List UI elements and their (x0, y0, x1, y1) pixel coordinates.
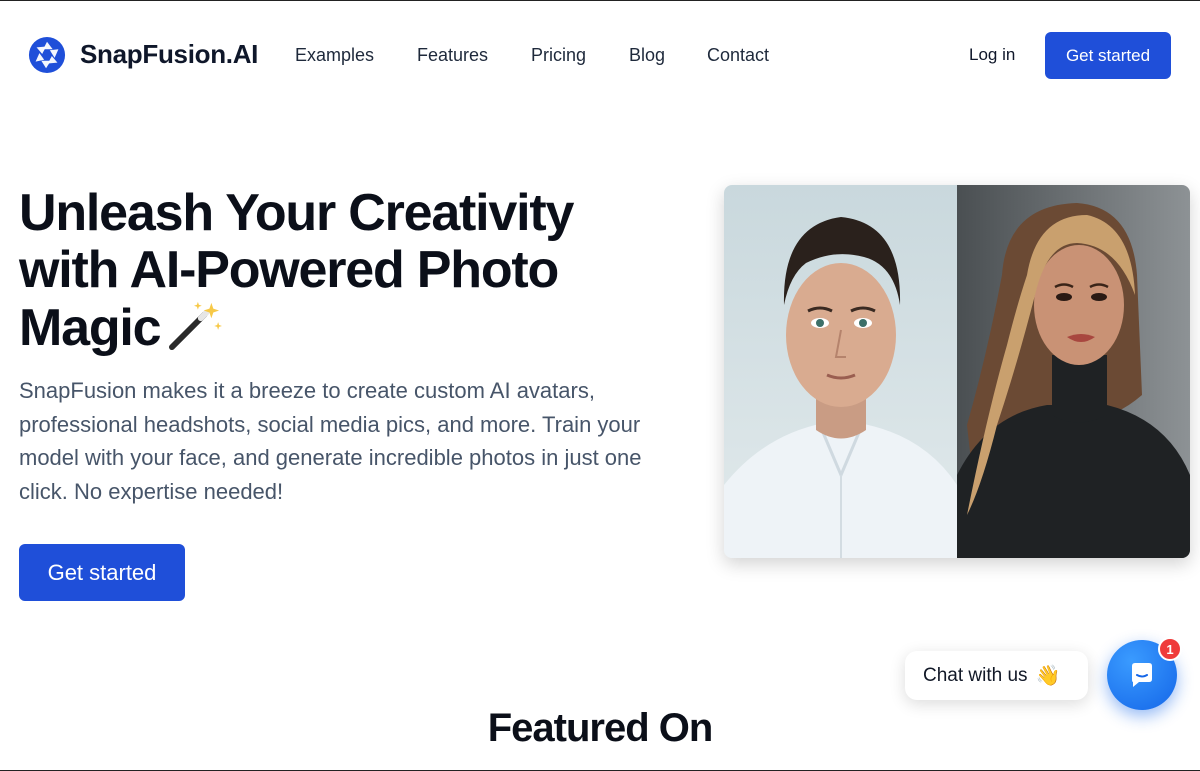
man-headshot-image (724, 185, 957, 558)
woman-headshot-image (957, 185, 1190, 558)
featured-on-title: Featured On (487, 706, 714, 750)
page: SnapFusion.AI Examples Features Pricing … (0, 0, 1200, 771)
headline-line-3-text: Magic (19, 299, 162, 357)
brand-name[interactable]: SnapFusion.AI (80, 39, 258, 70)
chat-prompt-bubble[interactable]: Chat with us 👋 (905, 651, 1088, 700)
nav-pricing[interactable]: Pricing (531, 45, 586, 66)
magic-wand-icon (169, 301, 223, 351)
login-link[interactable]: Log in (969, 45, 1015, 65)
nav-examples[interactable]: Examples (295, 45, 374, 66)
waving-hand-icon: 👋 (1035, 665, 1061, 687)
nav-blog[interactable]: Blog (629, 45, 665, 66)
headline-line-2: with AI-Powered Photo (19, 241, 559, 299)
camera-aperture-icon[interactable] (28, 36, 66, 74)
chat-icon (1132, 663, 1152, 687)
get-started-button-hero[interactable]: Get started (19, 544, 185, 601)
hero-images (724, 185, 1190, 558)
chat-prompt-text: Chat with us (923, 664, 1028, 686)
get-started-button-header[interactable]: Get started (1045, 32, 1171, 79)
hero-description: SnapFusion makes it a breeze to create c… (19, 378, 642, 504)
hero-headline: Unleash Your Creativity with AI-Powered … (19, 185, 679, 357)
nav-contact[interactable]: Contact (707, 45, 769, 66)
chat-notification-badge: 1 (1158, 637, 1182, 661)
nav-features[interactable]: Features (417, 45, 488, 66)
headline-line-1: Unleash Your Creativity (19, 184, 574, 242)
headline-line-3: Magic (19, 299, 679, 357)
